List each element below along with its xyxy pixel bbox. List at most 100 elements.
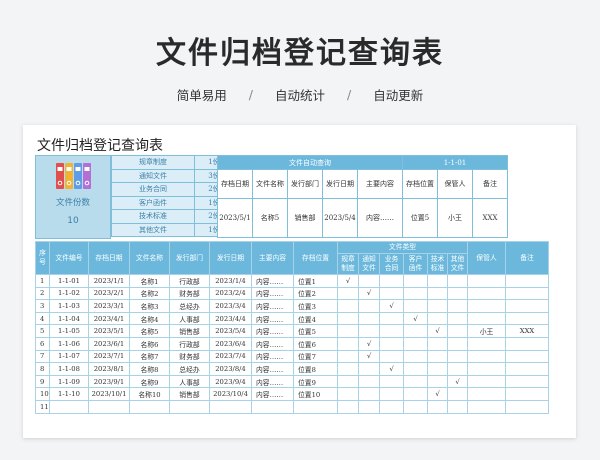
type-check-cell[interactable] xyxy=(403,336,428,351)
query-header: 保管人 xyxy=(437,169,473,199)
type-check-cell[interactable] xyxy=(427,311,448,326)
type-check-cell[interactable] xyxy=(379,311,404,326)
table-row: 4 1-1-04 2023/4/1 名称4 人事部 2023/4/4 内容…… 位置4 √ xyxy=(35,311,549,326)
type-check-cell[interactable] xyxy=(427,286,448,301)
type-check-cell[interactable] xyxy=(403,387,428,401)
type-check-cell[interactable] xyxy=(379,274,404,288)
type-check-cell[interactable] xyxy=(379,324,404,338)
column-header: 存档位置 xyxy=(293,241,338,275)
type-header-line: 通知 xyxy=(362,255,376,263)
query-key-input[interactable]: 1-1-01 xyxy=(402,155,508,170)
cell-note xyxy=(505,311,549,326)
column-header: 保管人 xyxy=(467,241,506,275)
type-check-cell[interactable] xyxy=(447,387,468,401)
type-check-cell[interactable] xyxy=(358,374,380,389)
type-check-cell[interactable] xyxy=(337,336,359,351)
type-check-cell[interactable] xyxy=(403,399,428,414)
type-check-cell[interactable]: √ xyxy=(358,349,380,364)
type-check-cell[interactable] xyxy=(379,336,404,351)
type-check-cell[interactable] xyxy=(427,349,448,364)
cell-content: 内容…… xyxy=(251,362,294,376)
type-check-cell[interactable]: √ xyxy=(447,374,468,389)
type-check-cell[interactable] xyxy=(447,324,468,338)
type-check-cell[interactable] xyxy=(447,336,468,351)
cell-content xyxy=(251,399,294,414)
cell-name: 名称6 xyxy=(129,336,170,351)
type-check-cell[interactable] xyxy=(447,274,468,288)
type-check-cell[interactable] xyxy=(337,399,359,414)
type-check-cell[interactable] xyxy=(337,349,359,364)
type-check-cell[interactable] xyxy=(447,399,468,414)
type-check-cell[interactable] xyxy=(358,362,380,376)
type-check-cell[interactable] xyxy=(358,274,380,288)
cell-content: 内容…… xyxy=(251,336,294,351)
type-check-cell[interactable] xyxy=(379,374,404,389)
cell-issue: 2023/6/4 xyxy=(209,336,252,351)
type-check-cell[interactable] xyxy=(403,349,428,364)
type-check-cell[interactable] xyxy=(427,274,448,288)
type-check-cell[interactable] xyxy=(427,362,448,376)
cell-date: 2023/9/1 xyxy=(88,374,130,389)
cell-code: 1-1-01 xyxy=(49,274,89,288)
type-check-cell[interactable]: √ xyxy=(337,274,359,288)
type-check-cell[interactable]: √ xyxy=(358,286,380,301)
type-check-cell[interactable]: √ xyxy=(427,387,448,401)
type-check-cell[interactable]: √ xyxy=(358,336,380,351)
type-check-cell[interactable]: √ xyxy=(379,299,404,313)
type-header-line: 技术 xyxy=(430,255,445,263)
type-check-cell[interactable] xyxy=(403,274,428,288)
type-check-cell[interactable] xyxy=(427,336,448,351)
type-check-cell[interactable] xyxy=(337,299,359,313)
type-check-cell[interactable] xyxy=(403,374,428,389)
type-check-cell[interactable] xyxy=(379,399,404,414)
type-check-cell[interactable] xyxy=(447,286,468,301)
type-check-cell[interactable] xyxy=(447,311,468,326)
type-check-cell[interactable] xyxy=(337,286,359,301)
type-check-cell[interactable] xyxy=(358,311,380,326)
type-check-cell[interactable] xyxy=(337,374,359,389)
type-check-cell[interactable] xyxy=(337,362,359,376)
type-check-cell[interactable] xyxy=(403,286,428,301)
type-check-cell[interactable] xyxy=(337,387,359,401)
file-count-label: 文件份数 xyxy=(55,198,90,208)
type-check-cell[interactable] xyxy=(447,349,468,364)
type-header-line: 文件 xyxy=(450,264,465,272)
type-check-cell[interactable] xyxy=(379,387,404,401)
type-check-cell[interactable]: √ xyxy=(427,324,448,338)
type-check-cell[interactable]: √ xyxy=(403,311,428,326)
type-check-cell[interactable] xyxy=(447,362,468,376)
type-check-cell[interactable] xyxy=(358,324,380,338)
type-check-cell[interactable] xyxy=(379,286,404,301)
type-check-cell[interactable] xyxy=(427,399,448,414)
cell-issue: 2023/4/4 xyxy=(209,311,252,326)
cell-idx: 5 xyxy=(35,324,50,338)
cell-content: 内容…… xyxy=(251,274,294,288)
type-check-cell[interactable] xyxy=(403,324,428,338)
archive-register-table: 序号 文件编号 存档日期 文件名称 发行部门 发行日期 主要内容 存档位置 文件类型 保管人 备注规… xyxy=(35,241,549,414)
query-value: 销售部 xyxy=(287,198,323,238)
type-check-cell[interactable] xyxy=(358,387,380,401)
type-check-cell[interactable] xyxy=(337,311,359,326)
type-check-cell[interactable]: √ xyxy=(379,362,404,376)
cell-keeper xyxy=(467,362,506,376)
category-name: 客户函件 xyxy=(111,195,195,210)
type-check-cell[interactable] xyxy=(427,299,448,313)
category-name: 通知文件 xyxy=(111,168,195,183)
cell-dept: 总经办 xyxy=(169,362,210,376)
column-header: 发行日期 xyxy=(209,241,252,275)
table-row: 5 1-1-05 2023/5/1 名称5 销售部 2023/5/4 内容…… 位置5 √ 小王 X… xyxy=(35,324,549,338)
type-check-cell[interactable] xyxy=(403,299,428,313)
type-check-cell[interactable] xyxy=(358,399,380,414)
cell-dept: 人事部 xyxy=(169,374,210,389)
cell-idx: 9 xyxy=(35,374,50,389)
cell-name: 名称5 xyxy=(129,324,170,338)
column-header: 序号 xyxy=(35,241,50,275)
type-check-cell[interactable] xyxy=(337,324,359,338)
type-check-cell[interactable] xyxy=(403,362,428,376)
type-check-cell[interactable] xyxy=(379,349,404,364)
type-check-cell[interactable] xyxy=(447,299,468,313)
type-check-cell[interactable] xyxy=(358,299,380,313)
cell-note xyxy=(505,336,549,351)
binder-icon xyxy=(65,163,73,189)
type-check-cell[interactable] xyxy=(427,374,448,389)
